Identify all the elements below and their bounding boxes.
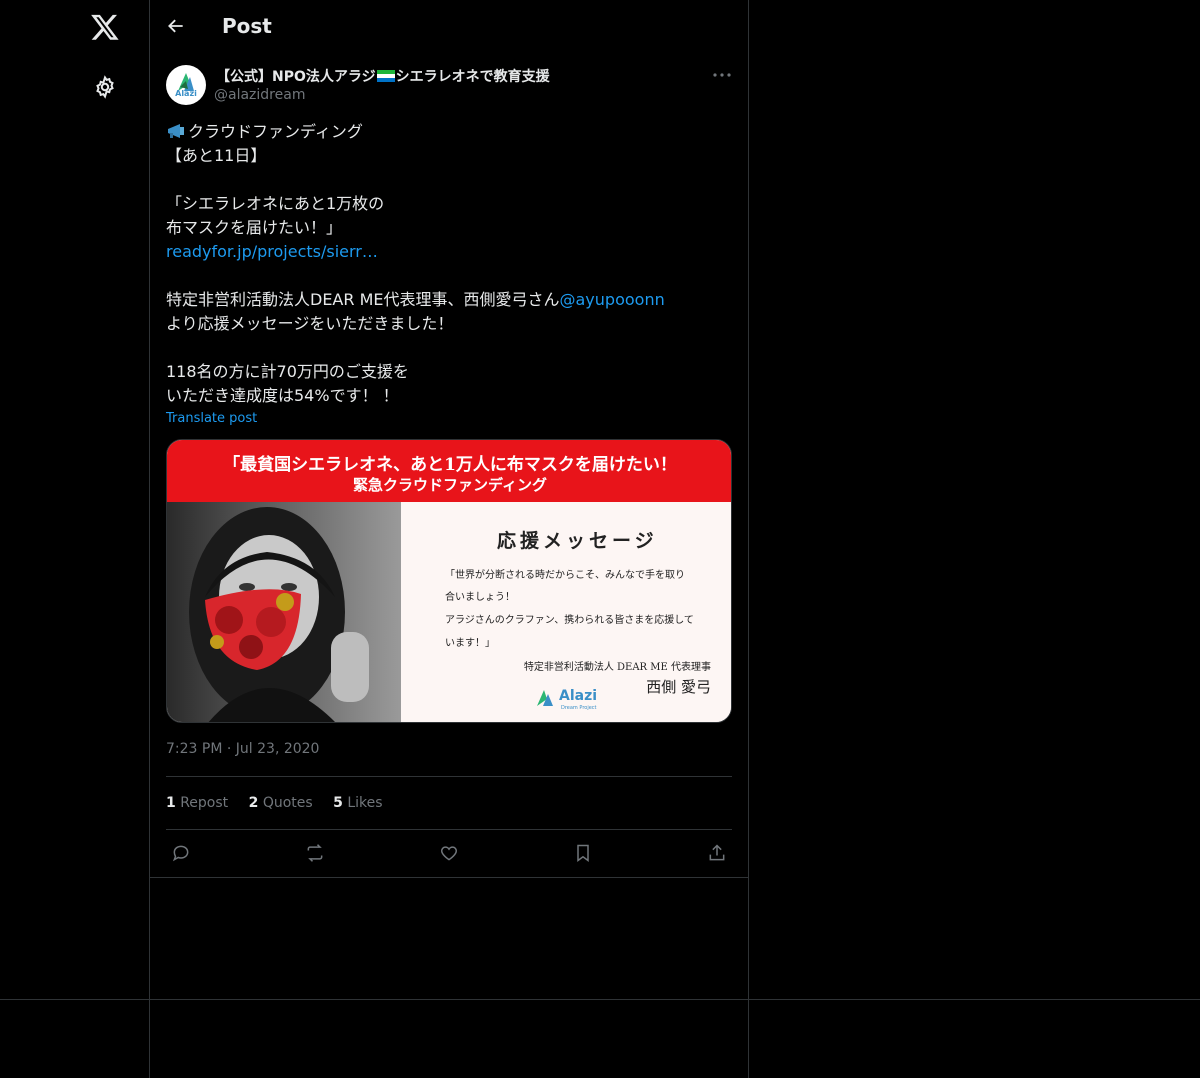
mention-link[interactable]: @ayupooonn (560, 290, 665, 309)
post-line: 【あと11日】 (166, 146, 267, 165)
message-line: アラジさんのクラファン、携わられる皆さまを応援して (445, 615, 694, 626)
portrait-illustration (189, 507, 369, 722)
post-image[interactable]: 「最貧国シエラレオネ、あと1万人に布マスクを届けたい！ 緊急クラウドファンディン… (166, 439, 732, 723)
dot-separator: · (226, 741, 232, 757)
likes-label: Likes (347, 795, 383, 811)
post-text: クラウドファンディング 【あと11日】 「シエラレオネにあと1万枚の 布マスクを… (166, 120, 732, 408)
post-time: 7:23 PM (166, 741, 223, 757)
alazi-logo-icon (178, 73, 194, 91)
share-icon[interactable] (707, 843, 727, 863)
quotes-count: 2 (248, 795, 259, 811)
post-line: 特定非営利活動法人DEAR ME代表理事、西側愛弓さん@ayupooonn (166, 288, 732, 312)
image-banner: 「最貧国シエラレオネ、あと1万人に布マスクを届けたい！ 緊急クラウドファンディン… (167, 440, 731, 502)
display-name-part1: 【公式】NPO法人アラジ (216, 69, 376, 85)
megaphone-icon (168, 124, 184, 138)
post-date: Jul 23, 2020 (235, 741, 320, 757)
post-line: 布マスクを届けたい！」 (166, 218, 343, 237)
post-line: いただき達成度は54%です！ ！ (166, 386, 399, 405)
message-author: 西側 愛弓 (646, 678, 711, 696)
portrait-photo (167, 502, 401, 722)
reposts-label: Repost (180, 795, 229, 811)
banner-line-2: 緊急クラウドファンディング (353, 476, 547, 494)
post-line: より応援メッセージをいただきました！ (166, 314, 454, 333)
more-options-icon[interactable] (712, 72, 732, 78)
engagement-stats: 1 Repost 2 Quotes 5 Likes (166, 795, 399, 811)
message-org: 特定非営利活動法人 DEAR ME 代表理事 (523, 662, 711, 673)
message-line: います！」 (445, 638, 495, 649)
message-card: 応援メッセージ 「世界が分断される時だからこそ、みんなで手を取り 合いましょう！… (401, 502, 731, 722)
page-title: Post (222, 14, 272, 38)
divider (166, 776, 732, 777)
translate-post-link[interactable]: Translate post (166, 411, 257, 426)
message-line: 合いましょう！ (445, 592, 515, 603)
post-link[interactable]: readyfor.jp/projects/sierr… (166, 240, 732, 264)
gear-icon[interactable] (93, 75, 117, 99)
post-line (166, 168, 732, 192)
post-line (166, 264, 732, 288)
avatar[interactable]: Alazi (166, 65, 206, 105)
reposts-stat[interactable]: 1 Repost (166, 795, 228, 811)
main-column: Post Alazi 【公式】NPO法人アラジ シエラレオネで教育支援 @alaz… (150, 0, 749, 1078)
page-header: Post (150, 0, 748, 54)
post-line: 「シエラレオネにあと1万枚の (166, 194, 385, 213)
post-line-text: クラウドファンディング (188, 122, 363, 141)
post-timestamp[interactable]: 7:23 PM · Jul 23, 2020 (166, 741, 319, 757)
divider (166, 829, 732, 830)
reply-icon[interactable] (171, 843, 191, 863)
likes-count: 5 (333, 795, 343, 811)
back-arrow-icon[interactable] (166, 16, 186, 36)
alazi-logo-text: Alazi (559, 688, 598, 704)
author-handle[interactable]: @alazidream (214, 87, 305, 103)
like-heart-icon[interactable] (439, 843, 459, 863)
quotes-stat[interactable]: 2 Quotes (249, 795, 313, 811)
action-bar (150, 840, 748, 866)
left-nav (0, 0, 150, 1078)
alazi-logo-subtext: Dream Project (561, 705, 597, 711)
alazi-logo-icon (537, 690, 553, 706)
avatar-text: Alazi (175, 89, 197, 98)
bottom-divider (0, 999, 1200, 1000)
post-line-text: 特定非営利活動法人DEAR ME代表理事、西側愛弓さん (166, 290, 560, 309)
x-logo-icon[interactable] (90, 12, 120, 42)
divider (150, 877, 748, 878)
post-line: クラウドファンディング (166, 120, 732, 144)
repost-icon[interactable] (305, 843, 325, 863)
sierra-leone-flag-icon (376, 70, 395, 82)
banner-line-1: 「最貧国シエラレオネ、あと1万人に布マスクを届けたい！ (223, 455, 677, 475)
display-name-part2: シエラレオネで教育支援 (395, 69, 550, 85)
post-line (166, 336, 732, 360)
reposts-count: 1 (166, 795, 176, 811)
quotes-label: Quotes (262, 795, 313, 811)
bookmark-icon[interactable] (573, 843, 593, 863)
likes-stat[interactable]: 5 Likes (333, 795, 382, 811)
author-display-name[interactable]: 【公式】NPO法人アラジ シエラレオネで教育支援 (216, 66, 550, 86)
message-line: 「世界が分断される時だからこそ、みんなで手を取り (445, 570, 685, 581)
message-title: 応援メッセージ (497, 530, 658, 552)
post-line: 118名の方に計70万円のご支援を (166, 362, 409, 381)
